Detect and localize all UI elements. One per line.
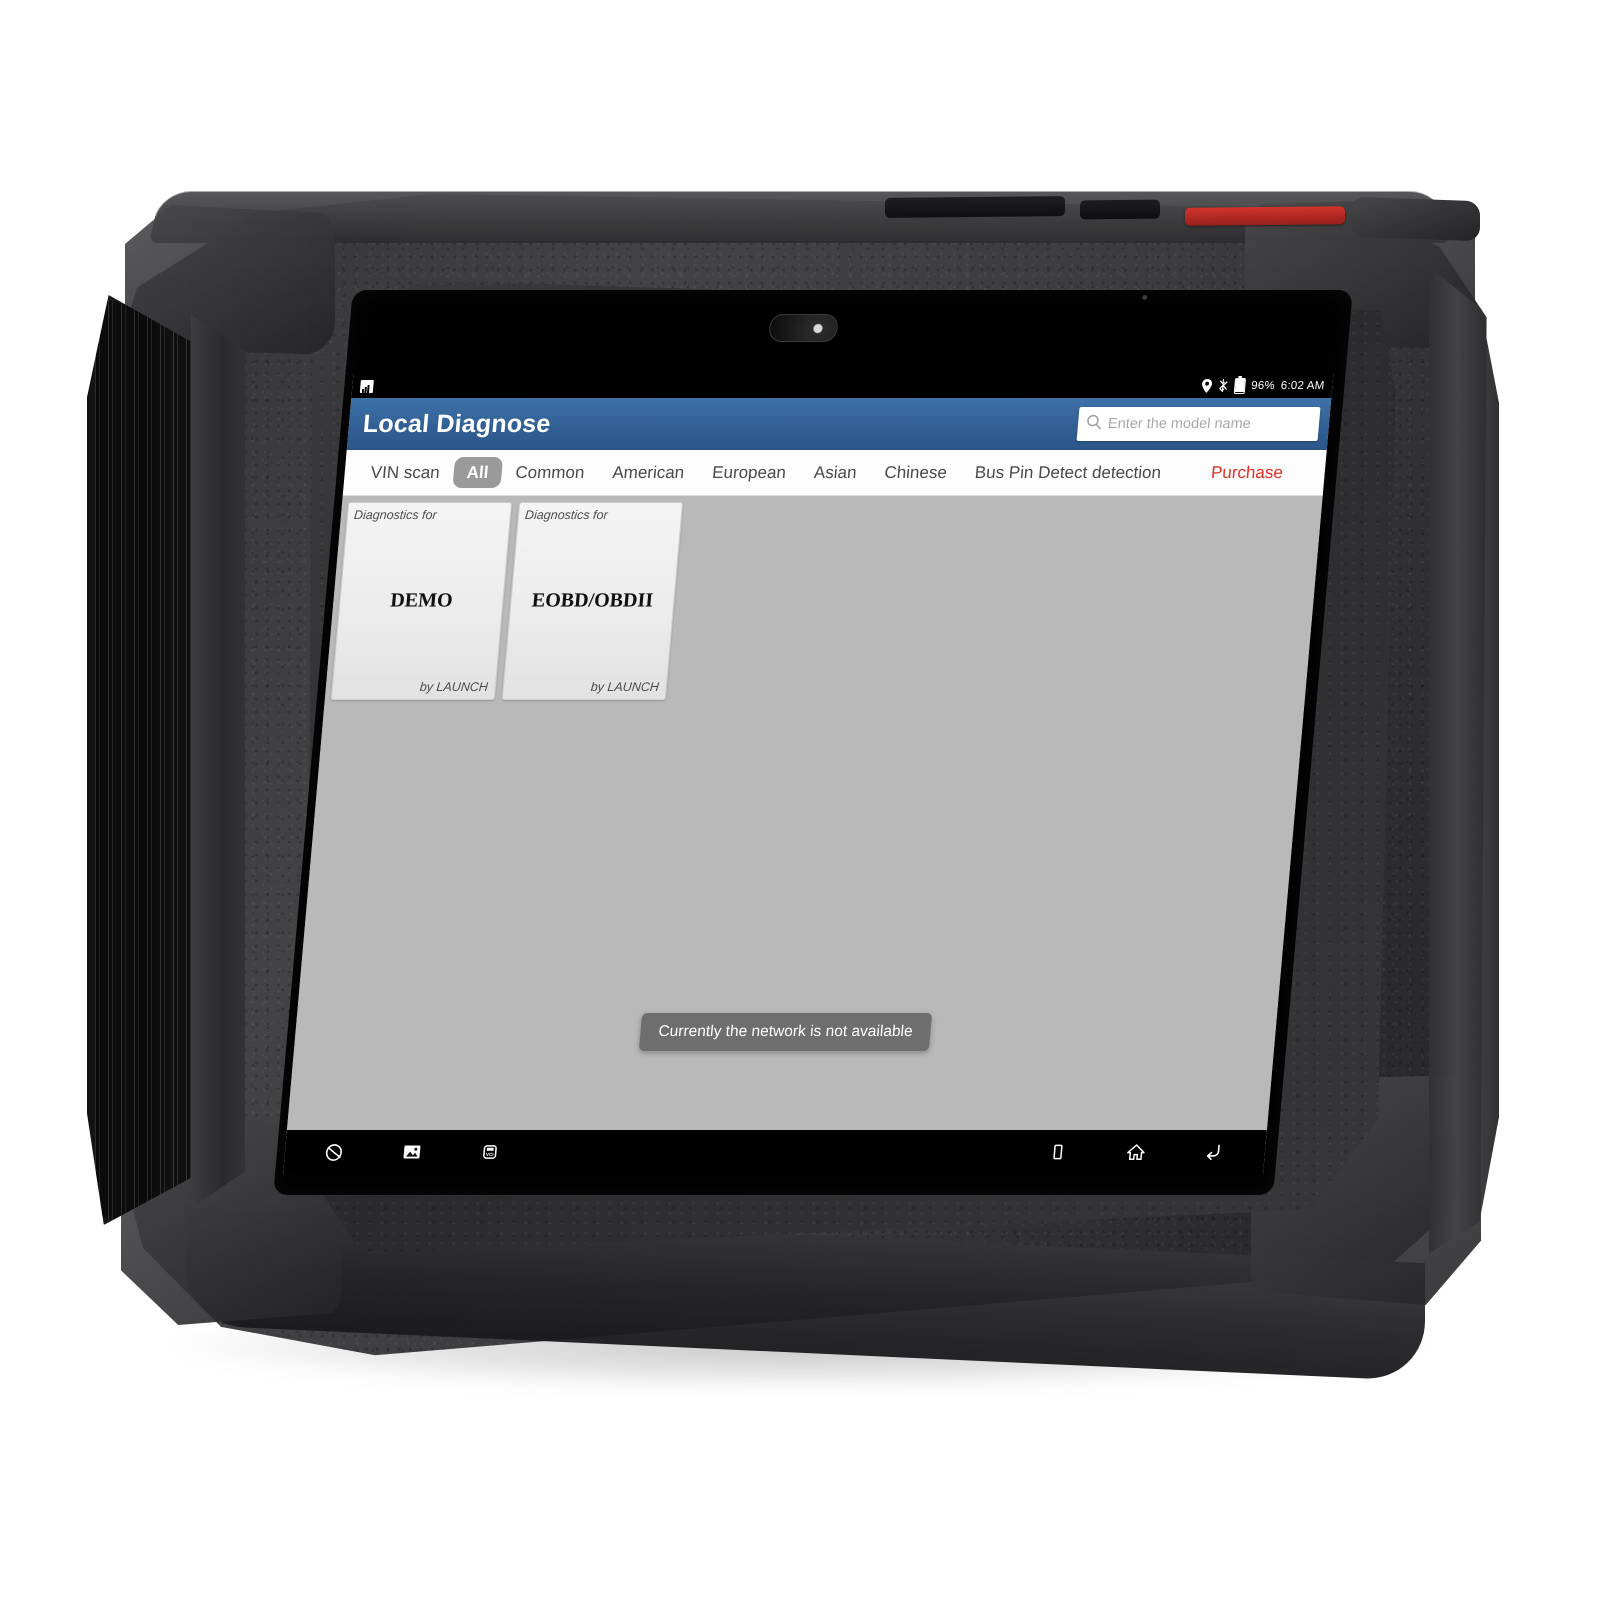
microphone-icon [1142, 295, 1147, 300]
status-bar: 96% 6:02 AM [351, 374, 1333, 398]
android-ui: 96% 6:02 AM Local Diagnose Enter the mod… [283, 374, 1333, 1174]
front-camera-icon [768, 314, 838, 342]
gallery-image-icon[interactable] [400, 1141, 424, 1163]
tile-name-label: DEMO [339, 590, 503, 613]
tab-vin-scan[interactable]: VIN scan [356, 464, 454, 481]
tab-purchase[interactable]: Purchase [1196, 464, 1297, 481]
right-side-edge [1429, 235, 1499, 1285]
sd-card-icon [360, 380, 374, 393]
search-icon [1085, 414, 1103, 435]
vehicle-tile-eobd-obdii[interactable]: Diagnostics for EOBD/OBDII by LAUNCH [502, 502, 683, 700]
browser-globe-icon[interactable] [322, 1141, 346, 1163]
location-pin-icon [1201, 379, 1213, 393]
tab-chinese[interactable]: Chinese [870, 464, 962, 481]
tab-all[interactable]: All [452, 457, 502, 488]
function-button[interactable] [1080, 200, 1160, 220]
battery-percent-label: 96% [1251, 380, 1276, 392]
power-button[interactable] [1185, 206, 1345, 226]
tile-footer-label: by LAUNCH [419, 680, 488, 694]
clock-label: 6:02 AM [1280, 380, 1325, 392]
photo-scene: 96% 6:02 AM Local Diagnose Enter the mod… [0, 0, 1600, 1600]
tablet-device: 96% 6:02 AM Local Diagnose Enter the mod… [95, 175, 1495, 1360]
navigation-bar: VCI [283, 1130, 1267, 1174]
tablet-screen: 96% 6:02 AM Local Diagnose Enter the mod… [273, 290, 1353, 1195]
rubber-side-grip [87, 295, 207, 1225]
page-title: Local Diagnose [362, 410, 552, 439]
volume-buttons[interactable] [885, 196, 1065, 218]
tab-european[interactable]: European [698, 464, 801, 481]
vci-connector-icon[interactable]: VCI [478, 1141, 502, 1163]
vehicle-tile-demo[interactable]: Diagnostics for DEMO by LAUNCH [331, 502, 512, 700]
tile-header-label: Diagnostics for [524, 508, 608, 522]
tab-asian[interactable]: Asian [799, 464, 871, 481]
navbar-left-group: VCI [284, 1141, 502, 1163]
category-tab-bar: VIN scan All Common American European As… [343, 450, 1327, 496]
status-bar-left [360, 380, 374, 393]
toast-message: Currently the network is not available [639, 1013, 933, 1051]
battery-icon [1233, 378, 1245, 394]
app-bar: Local Diagnose Enter the model name [347, 398, 1332, 450]
home-icon[interactable] [1124, 1141, 1148, 1163]
vehicle-tile-row: Diagnostics for DEMO by LAUNCH Diagnosti… [331, 502, 1322, 700]
tile-header-label: Diagnostics for [353, 508, 437, 522]
tab-common[interactable]: Common [501, 464, 599, 481]
top-corner-hook [1350, 197, 1480, 242]
tab-bus-pin-detect[interactable]: Bus Pin Detect detection [960, 464, 1176, 481]
recent-apps-icon[interactable] [1046, 1141, 1070, 1163]
grip-edge-trim [191, 305, 245, 1217]
search-placeholder: Enter the model name [1107, 416, 1251, 432]
tile-name-label: EOBD/OBDII [510, 590, 674, 613]
tab-american[interactable]: American [598, 464, 699, 481]
back-arrow-icon[interactable] [1202, 1141, 1226, 1163]
tile-footer-label: by LAUNCH [590, 680, 659, 694]
status-bar-right: 96% 6:02 AM [1200, 378, 1325, 394]
vehicle-list-area: Diagnostics for DEMO by LAUNCH Diagnosti… [286, 496, 1322, 1137]
navbar-right-group [1046, 1141, 1266, 1163]
svg-text:VCI: VCI [486, 1152, 494, 1157]
search-box[interactable]: Enter the model name [1077, 407, 1321, 441]
bluetooth-icon [1218, 379, 1229, 393]
